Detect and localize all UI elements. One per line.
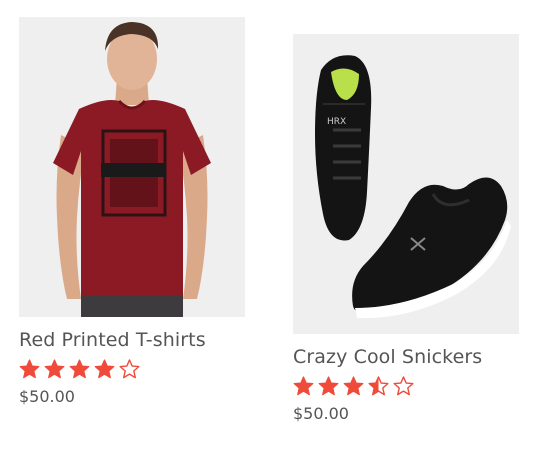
- man-red-tshirt-photo: [19, 17, 245, 317]
- product-image-sneakers[interactable]: HRX: [293, 34, 519, 334]
- star-full-icon: [44, 359, 65, 379]
- product-price: $50.00: [19, 387, 75, 406]
- black-sneakers-photo: HRX: [293, 34, 519, 326]
- star-half-icon: [368, 376, 389, 396]
- star-rating: [19, 358, 245, 380]
- star-full-icon: [19, 359, 40, 379]
- star-rating: [293, 375, 519, 397]
- star-full-icon: [343, 376, 364, 396]
- product-image-tshirt[interactable]: [19, 17, 245, 317]
- star-full-icon: [69, 359, 90, 379]
- star-empty-icon: [393, 376, 414, 396]
- product-price: $50.00: [293, 404, 349, 423]
- product-card[interactable]: Red Printed T-shirts $50.00: [19, 17, 245, 407]
- star-empty-icon: [119, 359, 140, 379]
- star-full-icon: [94, 359, 115, 379]
- product-title[interactable]: Crazy Cool Snickers: [293, 346, 519, 368]
- product-title[interactable]: Red Printed T-shirts: [19, 329, 245, 351]
- product-card[interactable]: HRX Crazy Cool Snickers $50.00: [293, 34, 519, 424]
- star-full-icon: [318, 376, 339, 396]
- star-full-icon: [293, 376, 314, 396]
- svg-text:HRX: HRX: [327, 117, 346, 127]
